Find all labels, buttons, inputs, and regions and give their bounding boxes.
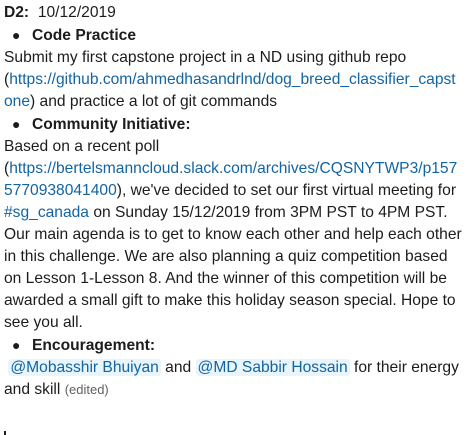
bullet-dot-icon: ● [12, 27, 21, 43]
user-mention[interactable]: @MD Sabbir Hossain [195, 359, 350, 376]
bullet-dot-icon: ● [12, 116, 21, 132]
paragraph-code-practice: Submit my first capstone project in a ND… [4, 47, 462, 113]
edited-label: (edited) [64, 382, 109, 397]
section-title-community-initiative: Community Initiative: [32, 116, 191, 133]
text: Based on a recent poll [4, 138, 160, 155]
paragraph-encouragement: @Mobasshir Bhuiyan and @MD Sabbir Hossai… [4, 357, 462, 401]
paragraph-community-initiative: Based on a recent poll (https://bertelsma… [4, 138, 462, 331]
bullet-community-initiative: ● Community Initiative: [4, 113, 462, 136]
text: ), we've decided to set our first virtua… [116, 182, 457, 199]
channel-link[interactable]: #sg_canada [4, 204, 89, 221]
text-cursor [4, 431, 6, 435]
text: ) and practice a lot of git commands [30, 93, 278, 110]
message-body: D2: 10/12/2019 ● Code Practice Submit my … [0, 0, 468, 435]
bullet-encouragement: ● Encouragement: [4, 334, 462, 357]
day-date: 10/12/2019 [37, 4, 116, 21]
text: and [165, 359, 192, 376]
text: on Sunday 15/12/2019 from 3PM PST to 4PM… [4, 204, 462, 331]
section-title-encouragement: Encouragement: [32, 337, 156, 354]
bullet-dot-icon: ● [12, 337, 21, 353]
day-line: D2: 10/12/2019 [4, 2, 462, 24]
bullet-code-practice: ● Code Practice [4, 24, 462, 47]
day-label: D2: [4, 4, 30, 21]
user-mention[interactable]: @Mobasshir Bhuiyan [8, 359, 161, 376]
section-title-code-practice: Code Practice [32, 27, 137, 44]
